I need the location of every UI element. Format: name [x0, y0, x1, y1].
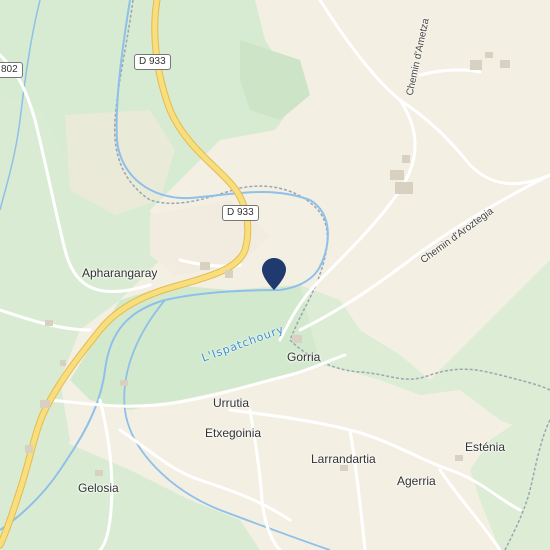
map-view[interactable]: D 933 D 933 802 Chemin d'Ametza Chemin d… — [0, 0, 550, 550]
place-label[interactable]: Etxegoinia — [205, 426, 261, 440]
place-label[interactable]: Gelosia — [78, 481, 119, 495]
location-pin-icon[interactable] — [262, 258, 286, 290]
place-label[interactable]: Urrutia — [213, 396, 249, 410]
place-label[interactable]: Agerria — [397, 474, 436, 488]
road-shield: D 933 — [134, 54, 171, 70]
place-label[interactable]: Gorria — [287, 350, 320, 364]
place-label[interactable]: Larrandartia — [311, 452, 376, 466]
road-shield: D 933 — [222, 205, 259, 221]
place-label[interactable]: Apharangaray — [82, 266, 157, 280]
place-label[interactable]: Esténia — [465, 440, 505, 454]
road-shield: 802 — [0, 62, 23, 78]
